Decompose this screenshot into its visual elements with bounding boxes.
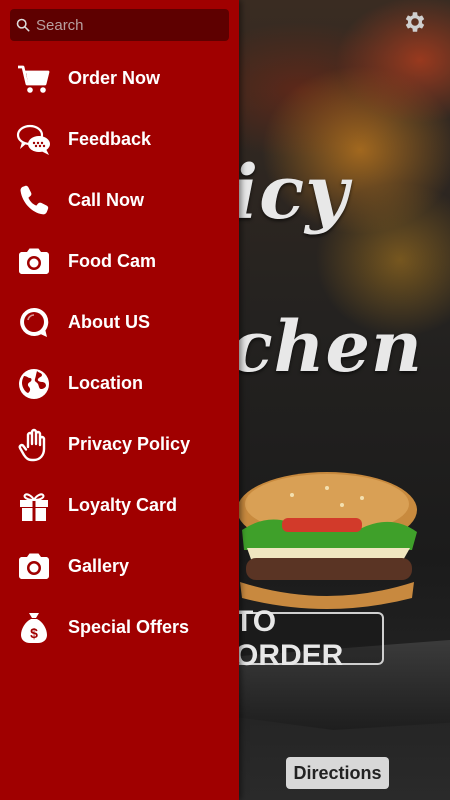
menu-item-label: Special Offers (68, 617, 190, 637)
cart-icon (0, 48, 68, 109)
order-button[interactable]: TO ORDER (235, 605, 384, 672)
gear-icon[interactable] (402, 9, 428, 35)
camera-icon (0, 536, 68, 597)
menu-item-feedback[interactable]: Feedback (0, 109, 239, 170)
side-drawer: Order Now Feedback (0, 0, 239, 800)
menu-item-label: Feedback (68, 129, 152, 149)
menu-item-special-offers[interactable]: $ Special Offers (0, 597, 239, 658)
hand-icon (0, 414, 68, 475)
menu-item-gallery[interactable]: Gallery (0, 536, 239, 597)
logo-script-line-2: chen (230, 305, 423, 388)
menu-item-label: Location (68, 373, 143, 393)
menu-item-label: Privacy Policy (68, 434, 191, 454)
phone-icon (0, 170, 68, 231)
camera-icon (0, 231, 68, 292)
menu-item-label: Gallery (68, 556, 130, 576)
logo-script-line-1: icy (230, 150, 350, 236)
menu-item-label: Call Now (68, 190, 145, 210)
search-bar[interactable] (10, 9, 229, 41)
menu-item-label: Order Now (68, 68, 161, 88)
menu-item-food-cam[interactable]: Food Cam (0, 231, 239, 292)
menu-item-label: Loyalty Card (68, 495, 178, 515)
info-bubble-icon (0, 292, 68, 353)
chat-bubbles-icon (0, 109, 68, 170)
svg-text:$: $ (30, 625, 38, 641)
menu-item-order-now[interactable]: Order Now (0, 48, 239, 109)
gift-icon (0, 475, 68, 536)
menu-item-label: Food Cam (68, 251, 156, 271)
menu-item-about-us[interactable]: About US (0, 292, 239, 353)
directions-button[interactable]: Directions (286, 757, 389, 789)
menu-item-location[interactable]: Location (0, 353, 239, 414)
search-icon (16, 18, 30, 32)
menu-item-call-now[interactable]: Call Now (0, 170, 239, 231)
globe-icon (0, 353, 68, 414)
menu-item-loyalty-card[interactable]: Loyalty Card (0, 475, 239, 536)
menu-item-privacy-policy[interactable]: Privacy Policy (0, 414, 239, 475)
money-bag-icon: $ (0, 597, 68, 658)
menu-item-label: About US (68, 312, 150, 332)
drawer-menu: Order Now Feedback Call Now Food Cam Abo… (0, 48, 239, 658)
burger-image (237, 472, 417, 609)
search-input[interactable] (36, 16, 216, 34)
